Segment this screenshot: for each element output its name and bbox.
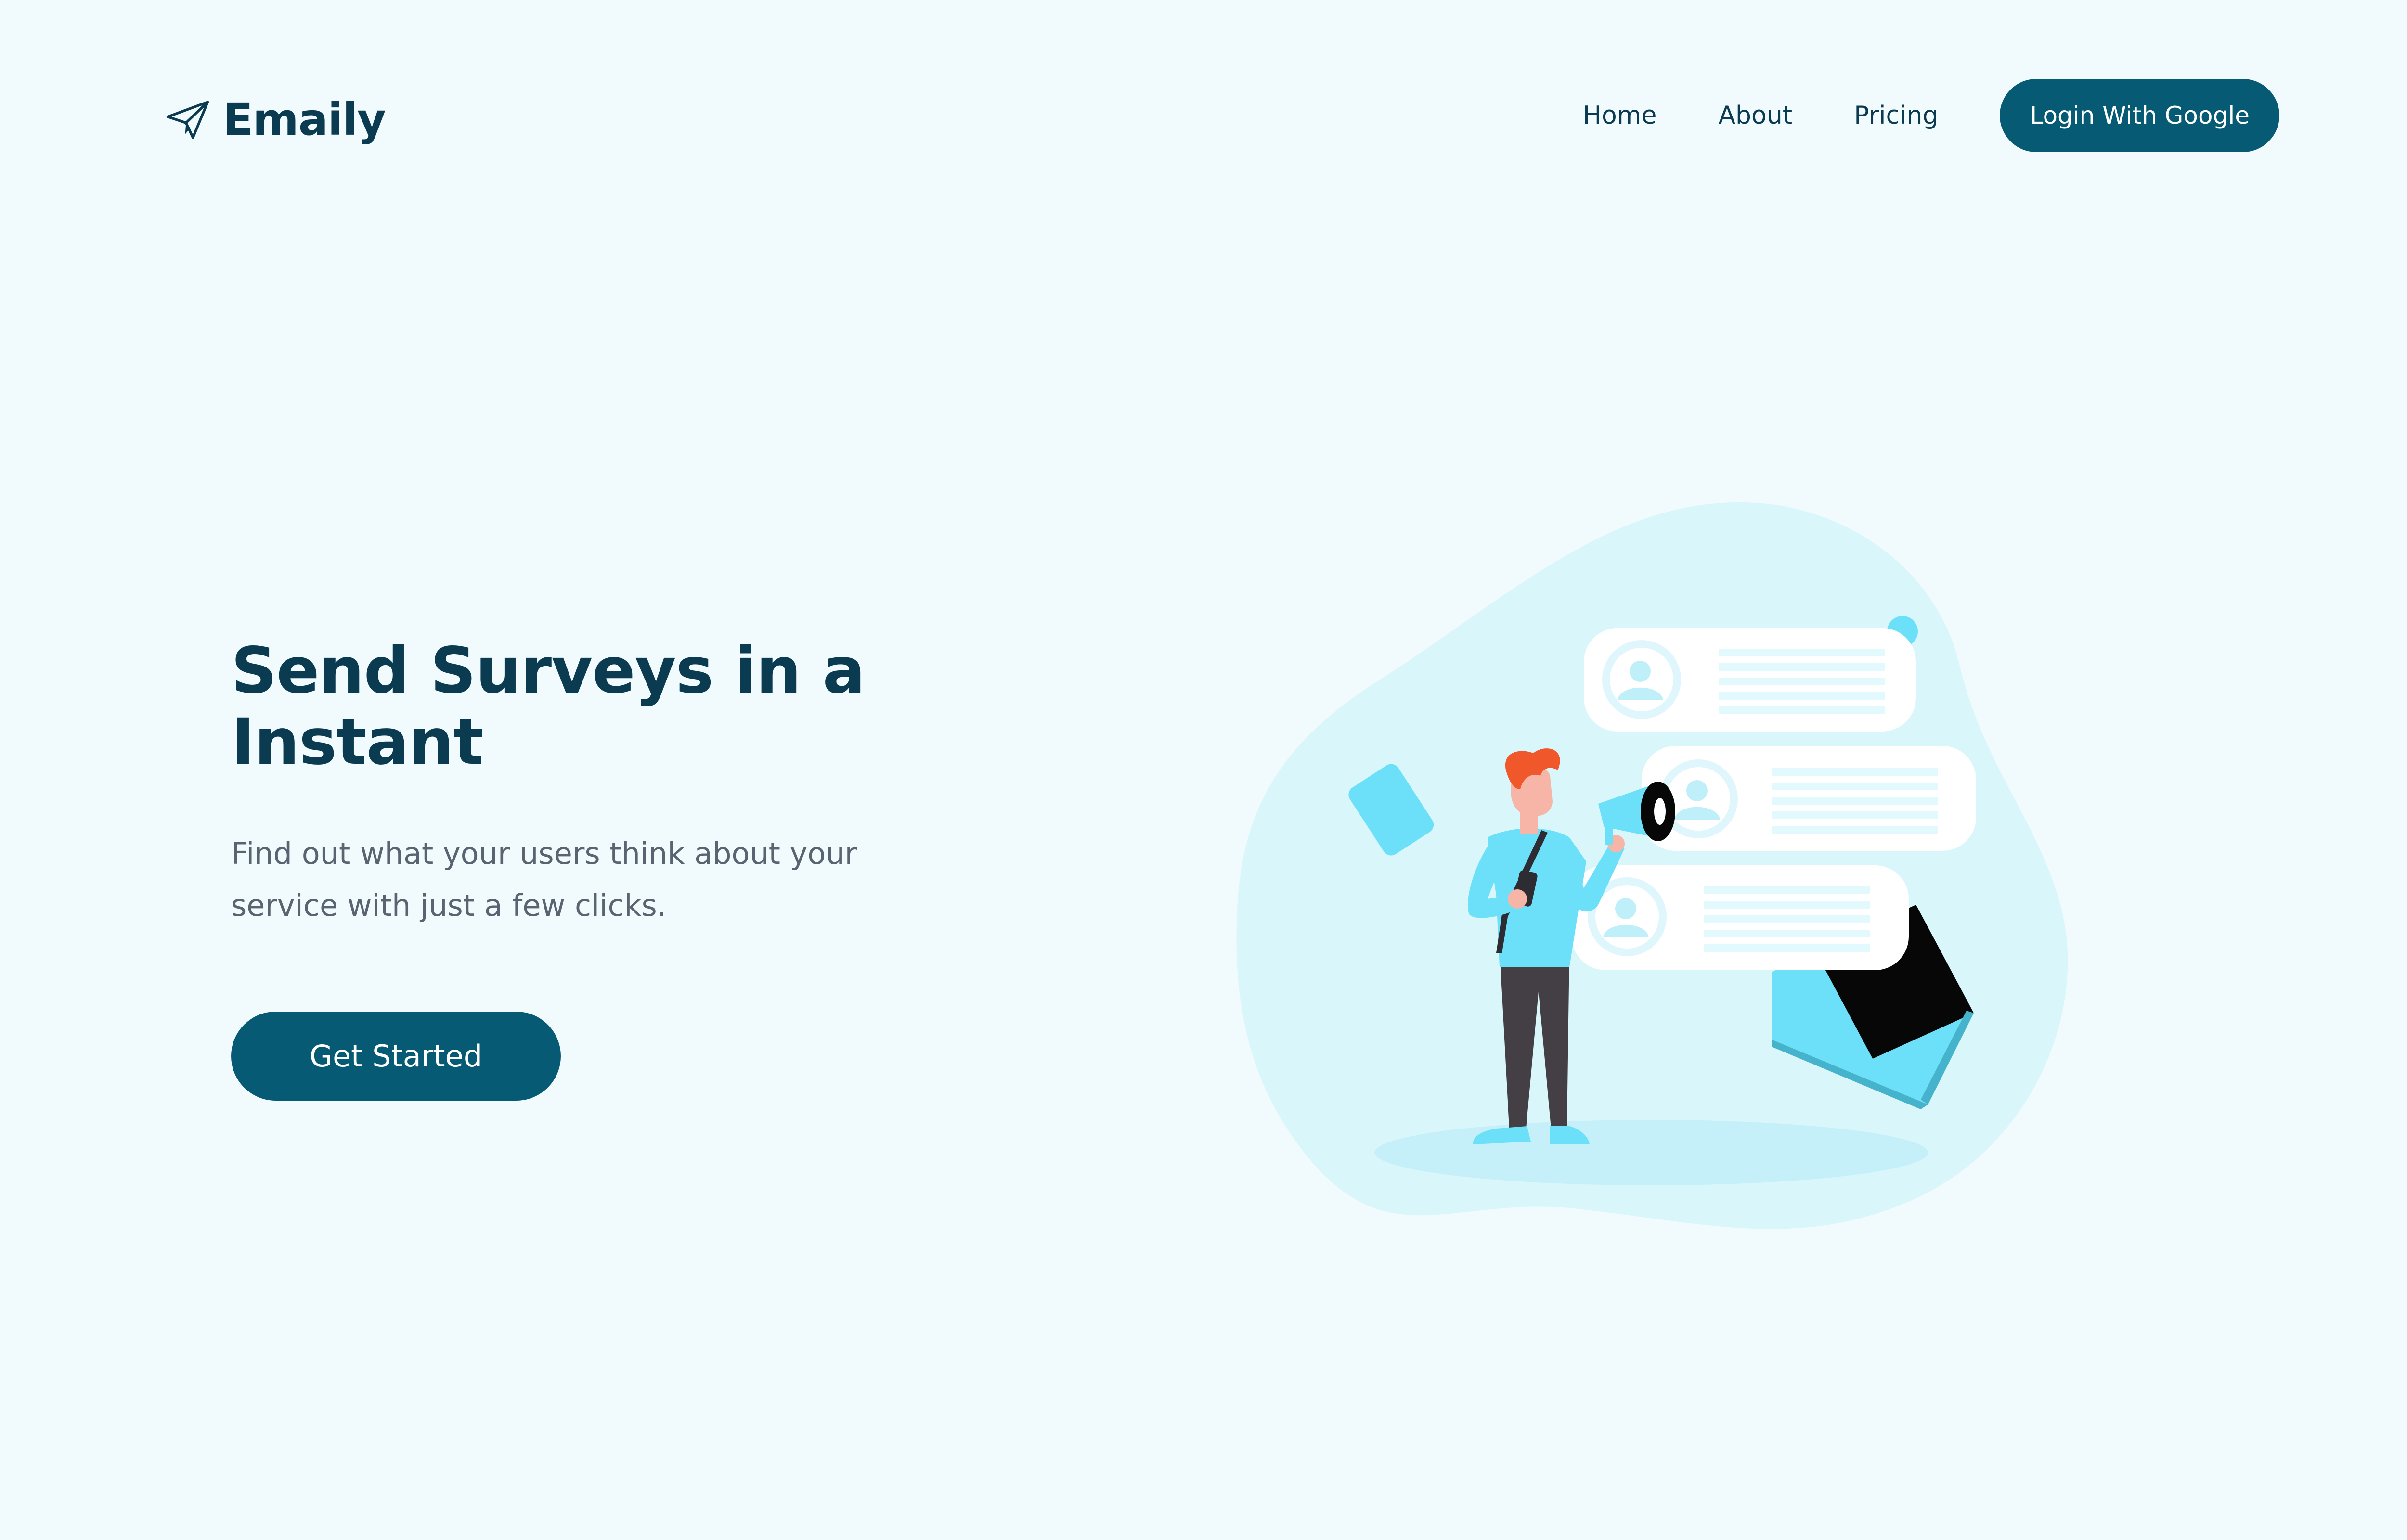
hero-title-line-1: Send Surveys in a <box>231 634 866 708</box>
nav-home-link[interactable]: Home <box>1583 101 1657 130</box>
message-card-1 <box>1584 628 1916 732</box>
message-card-2 <box>1642 746 1976 851</box>
hero-section: Send Surveys in a Instant Find out what … <box>231 635 953 932</box>
hero-subtitle-line-1: Find out what your users think about you… <box>231 836 857 871</box>
hero-title-line-2: Instant <box>231 705 484 779</box>
brand-logo[interactable]: Emaily <box>166 86 386 153</box>
nav-about-link[interactable]: About <box>1718 101 1792 130</box>
hero-subtitle: Find out what your users think about you… <box>231 828 905 932</box>
brand-name: Emaily <box>223 93 386 145</box>
main-nav: Home About Pricing Login With Google <box>1583 79 2279 152</box>
hero-title: Send Surveys in a Instant <box>231 635 953 778</box>
message-card-3 <box>1572 865 1909 970</box>
landing-page: Emaily Home About Pricing Login With Goo… <box>0 0 2407 1540</box>
get-started-button[interactable]: Get Started <box>231 1012 561 1101</box>
ground-shadow <box>1374 1120 1928 1185</box>
person-with-megaphone-illustration <box>1236 502 2068 1229</box>
login-with-google-button[interactable]: Login With Google <box>2000 79 2279 152</box>
paper-plane-icon <box>166 101 209 139</box>
hero-subtitle-line-2: service with just a few clicks. <box>231 888 667 923</box>
nav-pricing-link[interactable]: Pricing <box>1854 101 1938 130</box>
